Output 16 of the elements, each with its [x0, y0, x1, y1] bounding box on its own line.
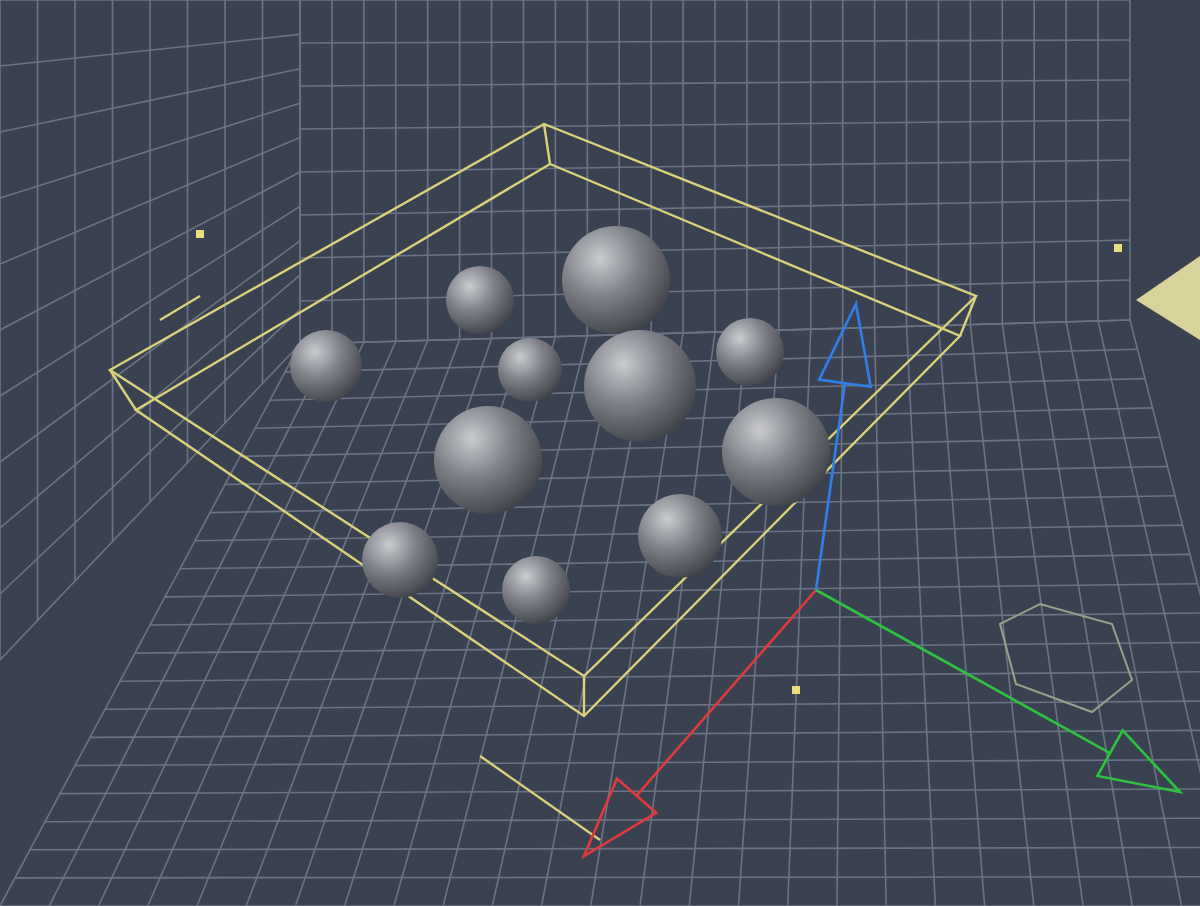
sphere	[362, 522, 438, 598]
axis-arrow[interactable]	[815, 588, 1184, 795]
sphere	[502, 556, 570, 624]
sphere	[290, 330, 362, 402]
cone	[1136, 256, 1200, 340]
sphere	[446, 266, 514, 334]
sphere	[638, 494, 722, 578]
sphere	[434, 406, 542, 514]
sphere	[584, 330, 696, 442]
sphere	[562, 226, 670, 334]
axis-arrow[interactable]	[581, 589, 817, 860]
hexagon-outline	[998, 602, 1134, 714]
sphere	[498, 338, 562, 402]
axis-arrow[interactable]	[814, 299, 873, 591]
sphere	[722, 398, 830, 506]
sphere	[716, 318, 784, 386]
